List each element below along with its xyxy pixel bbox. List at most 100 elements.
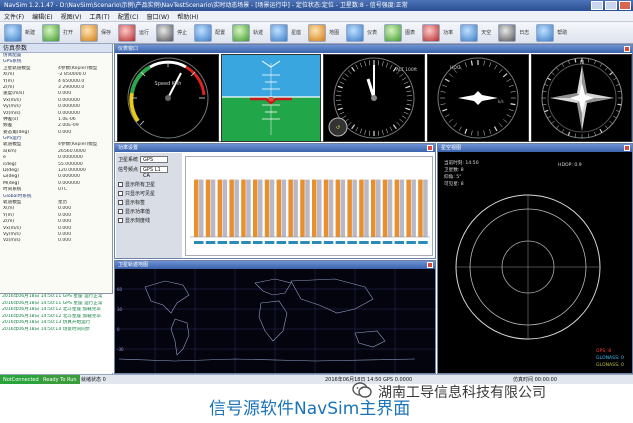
power-options: 卫星系统 GPS 信号频点 GPS L1 CA 显示所有卫星 只显示可见星 显示标签…: [116, 153, 182, 258]
altimeter-label: ALT 100ft: [396, 67, 417, 73]
toolbar-label-2: 保存: [101, 30, 112, 36]
menu-item-1[interactable]: 编辑(E): [32, 12, 52, 21]
title-bar: NavSim 1.2.1.47 - D:\NavSim\Scenario\示例\…: [0, 0, 633, 11]
parameter-key: 仿真配置: [3, 53, 22, 58]
power-bar-secondary: [258, 179, 263, 237]
power-bar-secondary: [352, 179, 357, 237]
power-bar-marker: [229, 241, 239, 244]
maximize-icon[interactable]: [605, 1, 617, 10]
close-icon[interactable]: [624, 145, 630, 151]
save-icon[interactable]: [80, 23, 99, 42]
parameter-key: Y(m): [3, 78, 14, 84]
svg-text:k/s: k/s: [498, 99, 504, 104]
sky-stat-2: GLONASS: 0: [596, 355, 624, 361]
option-checkbox-0[interactable]: 显示所有卫星: [118, 180, 180, 189]
power-bar-marker: [205, 241, 216, 244]
checkbox-icon[interactable]: [118, 182, 123, 187]
power-bar-marker: [418, 241, 428, 244]
log-panel: 2016年06月18日 14:50:11 GPS 星座 运行正常 2016年06月…: [0, 293, 113, 373]
parameter-key: Z(m): [3, 84, 15, 90]
parameter-key: a(km): [3, 148, 17, 154]
power-bar-secondary: [376, 179, 381, 237]
checkbox-icon[interactable]: [118, 191, 123, 196]
power-bar-marker: [194, 241, 204, 244]
system-select[interactable]: GPS: [140, 156, 169, 163]
toolbar-label-6: 轨迹: [253, 30, 264, 36]
play-icon[interactable]: [118, 23, 137, 42]
gauge-icon[interactable]: [346, 23, 365, 42]
power-bar-secondary: [317, 179, 322, 237]
toolbar-label-13: 日志: [519, 30, 530, 36]
power-bar-secondary: [293, 179, 298, 237]
power-bar-secondary: [222, 179, 228, 237]
minimize-icon[interactable]: [591, 1, 603, 10]
checkbox-icon[interactable]: [118, 218, 123, 223]
checkbox-icon[interactable]: [118, 209, 123, 214]
sky-window-title: 星空视图: [438, 144, 632, 152]
parameter-key: Vz(m/s): [3, 110, 21, 116]
option-checkbox-2[interactable]: 显示标签: [118, 198, 180, 207]
power-bar-marker: [382, 241, 393, 244]
parameter-row[interactable]: Vz(m/s) 0.000: [0, 238, 112, 244]
frequency-select[interactable]: GPS L1 CA: [140, 166, 169, 179]
parameter-key: Vy(m/s): [3, 231, 21, 237]
parameter-key: Vz(m/s): [3, 238, 21, 244]
stop-icon[interactable]: [156, 23, 175, 42]
close-icon[interactable]: [427, 145, 433, 151]
checkbox-icon[interactable]: [118, 200, 123, 205]
toolbar-label-14: 帮助: [557, 30, 568, 36]
parameter-key: 卫星轨道模型: [3, 65, 31, 71]
menu-item-0[interactable]: 文件(F): [4, 12, 24, 21]
parameter-key: Vy(m/s): [3, 104, 21, 110]
toolbar-label-9: 仪表: [367, 30, 378, 36]
power-bar-secondary: [340, 179, 346, 237]
svg-text:-30: -30: [117, 347, 124, 352]
parameter-key: Y(m): [3, 212, 14, 218]
option-checkbox-3[interactable]: 显示功率值: [118, 207, 180, 216]
toolbar-label-12: 天空: [481, 30, 492, 36]
power-bar-secondary: [199, 179, 204, 237]
sky-visible: 可见星: 8: [444, 181, 464, 187]
power-bar-secondary: [399, 179, 405, 237]
power-bar-marker: [300, 241, 310, 244]
log-icon[interactable]: [498, 23, 517, 42]
help-icon[interactable]: [536, 23, 555, 42]
parameter-key: e: [3, 155, 6, 161]
track-icon[interactable]: [232, 23, 251, 42]
parameter-key: Vx(m/s): [3, 97, 21, 103]
attitude-indicator: [221, 54, 321, 142]
power-bar: [406, 179, 411, 237]
menu-item-6[interactable]: 帮助(H): [177, 12, 198, 21]
menu-item-4[interactable]: 配置(C): [118, 12, 139, 21]
parameter-key: Global时系统: [3, 193, 32, 199]
menu-bar: 文件(F) 编辑(E) 视图(V) 工具(T) 配置(C) 窗口(W) 帮助(H): [0, 11, 633, 22]
option-checkbox-1[interactable]: 只显示可见星: [118, 189, 180, 198]
power-bar-marker: [241, 241, 251, 244]
chart-icon[interactable]: [384, 23, 403, 42]
close-icon[interactable]: [427, 262, 433, 268]
power-bar-secondary: [387, 179, 393, 237]
constellation-icon[interactable]: [270, 23, 289, 42]
toolbar-label-11: 功率: [443, 30, 454, 36]
new-icon[interactable]: [4, 23, 22, 42]
close-icon[interactable]: [619, 1, 631, 10]
sky-icon[interactable]: [460, 23, 479, 42]
power-bar-marker: [253, 241, 263, 244]
menu-item-5[interactable]: 窗口(W): [147, 12, 170, 21]
config-icon[interactable]: [194, 23, 213, 42]
power-bar: [205, 179, 211, 237]
menu-item-3[interactable]: 工具(T): [89, 12, 109, 21]
heading-label: HDG: [450, 65, 461, 71]
instruments-window: 仪表窗口 Speed Knh ALT 100ft ↺ HDG k/s N: [114, 44, 633, 142]
close-icon[interactable]: [624, 46, 630, 52]
option-checkbox-4[interactable]: 显示刻度线: [118, 216, 180, 225]
map-icon[interactable]: [308, 23, 327, 42]
power-bar: [276, 179, 282, 237]
open-icon[interactable]: [42, 23, 61, 42]
parameter-key: 频差: [3, 123, 13, 129]
heading-gauge: HDG k/s: [427, 54, 529, 142]
power-bar-secondary: [411, 179, 416, 237]
menu-item-2[interactable]: 视图(V): [61, 12, 82, 21]
power-bar: [264, 179, 270, 237]
power-icon[interactable]: [422, 23, 441, 42]
